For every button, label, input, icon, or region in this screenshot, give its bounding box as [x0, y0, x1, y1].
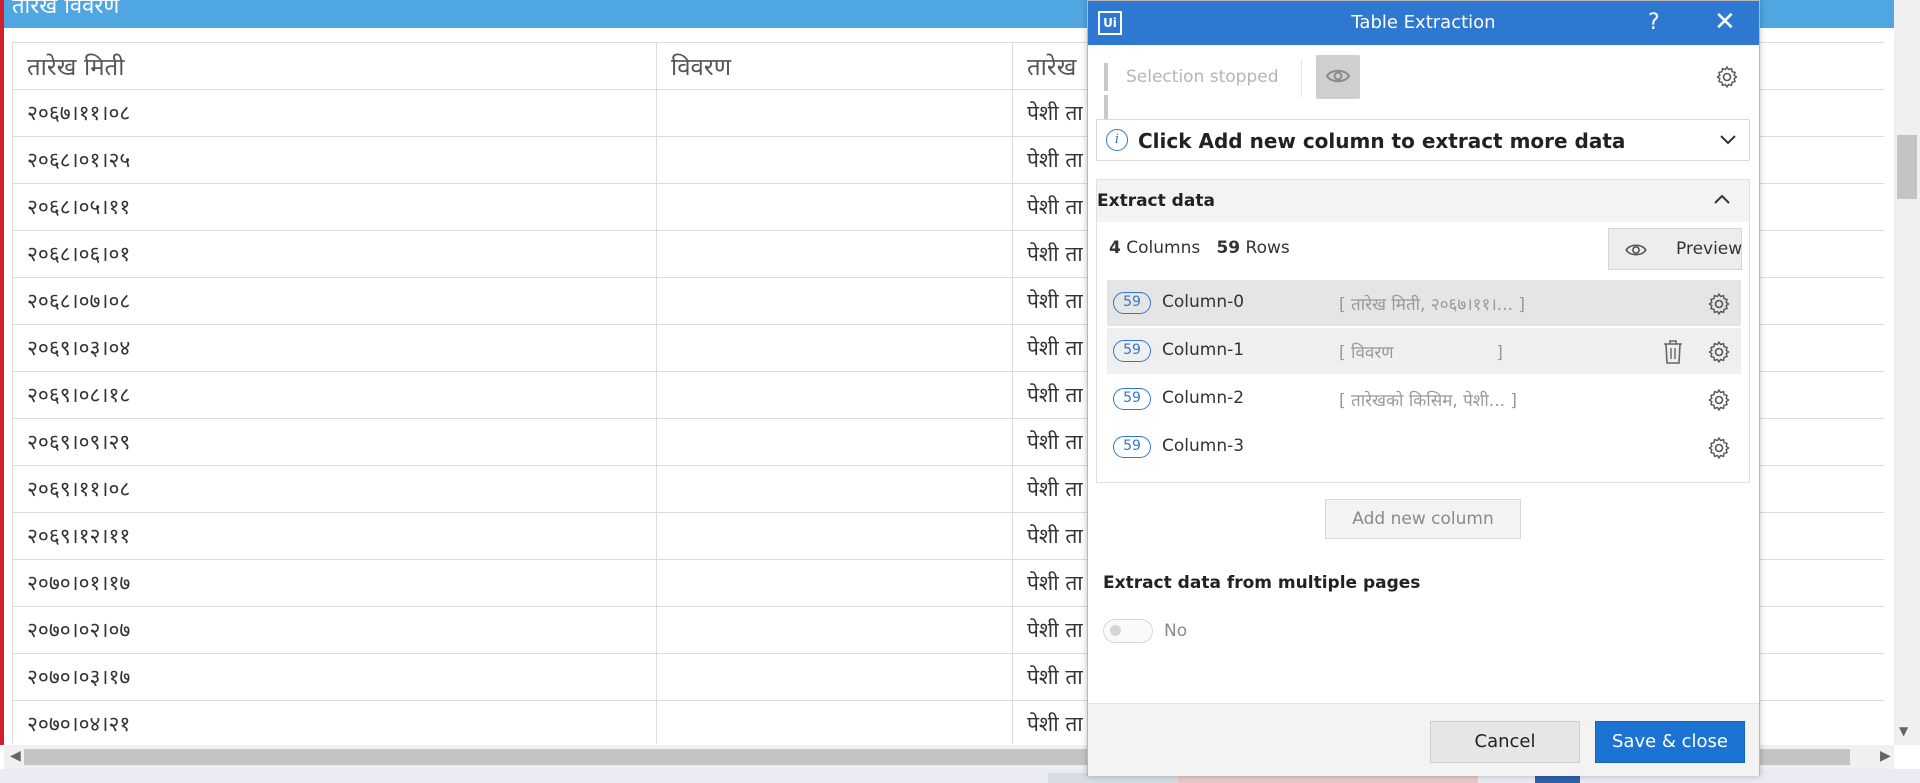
vertical-scrollbar[interactable]: ▼ [1894, 0, 1920, 745]
description-cell [656, 512, 1013, 560]
selection-status: Selection stopped [1126, 67, 1279, 87]
description-cell [656, 183, 1013, 231]
rows-word: Rows [1245, 238, 1290, 258]
column-count-badge: 59 [1113, 340, 1151, 362]
column-name: Column-1 [1162, 340, 1245, 360]
pause-icon[interactable] [1104, 63, 1118, 123]
settings-gear-icon[interactable] [1715, 65, 1739, 89]
multiple-pages-label: Extract data from multiple pages [1103, 573, 1421, 593]
table-extraction-dialog: Ui Table Extraction ? ✕ Selection stoppe… [1087, 0, 1760, 776]
preview-button[interactable]: Preview [1608, 228, 1742, 270]
column-count-badge: 59 [1113, 388, 1151, 410]
date-cell: २०६८।०१।२५ [12, 136, 657, 184]
description-cell [656, 700, 1013, 744]
column-name: Column-0 [1162, 292, 1245, 312]
column-row[interactable]: 59 Column-2 [ तारेखको किसिम, पेशी... ] [1107, 376, 1741, 422]
chevron-up-icon[interactable] [1713, 192, 1731, 206]
column-settings-gear-icon[interactable] [1707, 340, 1731, 368]
description-cell [656, 324, 1013, 372]
delete-column-icon[interactable] [1662, 339, 1684, 369]
column-row[interactable]: 59 Column-1 [ विवरण ] [1107, 328, 1741, 374]
date-cell: २०६९।११।०८ [12, 465, 657, 513]
date-cell: २०७०।०३।१७ [12, 653, 657, 701]
description-cell [656, 371, 1013, 419]
date-cell: २०७०।०२।०७ [12, 606, 657, 654]
dialog-titlebar[interactable]: Ui Table Extraction ? ✕ [1088, 1, 1759, 45]
toolbar-divider [1301, 59, 1302, 97]
eye-icon [1326, 69, 1350, 83]
date-cell: २०७०।०१।१७ [12, 559, 657, 607]
multiple-pages-toggle[interactable] [1103, 619, 1153, 643]
column-count-badge: 59 [1113, 292, 1151, 314]
scroll-down-arrow-icon[interactable]: ▼ [1899, 724, 1908, 738]
extraction-counts: 4 Columns 59 Rows [1109, 238, 1290, 258]
description-cell [656, 653, 1013, 701]
scroll-right-arrow-icon[interactable]: ▶ [1880, 748, 1891, 764]
save-and-close-button[interactable]: Save & close [1595, 721, 1745, 763]
extract-data-section: Extract data 4 Columns 59 Rows Preview 5… [1096, 179, 1750, 483]
description-cell [656, 418, 1013, 466]
description-cell [656, 465, 1013, 513]
column-header-description[interactable]: विवरण [656, 42, 1013, 90]
date-cell: २०६७।११।०८ [12, 89, 657, 137]
multiple-pages-value: No [1164, 621, 1188, 641]
extract-data-header[interactable]: Extract data [1097, 180, 1749, 222]
description-cell [656, 89, 1013, 137]
column-preview: [ तारेखको किसिम, पेशी... ] [1339, 391, 1518, 411]
columns-count: 4 [1109, 238, 1121, 258]
column-name: Column-3 [1162, 436, 1245, 456]
window-left-edge [0, 0, 4, 745]
cancel-button[interactable]: Cancel [1430, 721, 1580, 763]
column-settings-gear-icon[interactable] [1707, 388, 1731, 416]
column-preview: [ तारेख मिती, २०६७।११।... ] [1339, 295, 1526, 315]
column-header-date[interactable]: तारेख मिती [12, 42, 657, 90]
eye-icon [1625, 244, 1647, 256]
column-preview: [ विवरण ] [1339, 343, 1503, 363]
date-cell: २०६९।०८।१८ [12, 371, 657, 419]
date-cell: २०७०।०४।२१ [12, 700, 657, 744]
rows-count: 59 [1216, 238, 1241, 258]
date-cell: २०६८।०५।११ [12, 183, 657, 231]
column-settings-gear-icon[interactable] [1707, 292, 1731, 320]
date-cell: २०६९।०९।२९ [12, 418, 657, 466]
close-button[interactable]: ✕ [1714, 9, 1736, 35]
date-cell: २०६८।०७।०८ [12, 277, 657, 325]
info-banner[interactable]: i Click Add new column to extract more d… [1096, 119, 1750, 161]
info-icon: i [1106, 129, 1128, 151]
column-name: Column-2 [1162, 388, 1245, 408]
preview-label: Preview [1676, 239, 1743, 259]
help-button[interactable]: ? [1648, 10, 1660, 35]
description-cell [656, 277, 1013, 325]
column-count-badge: 59 [1113, 436, 1151, 458]
column-row[interactable]: 59 Column-3 [1107, 424, 1741, 470]
dialog-footer: Cancel Save & close [1088, 703, 1759, 776]
description-cell [656, 136, 1013, 184]
description-cell [656, 559, 1013, 607]
info-banner-text: Click Add new column to extract more dat… [1138, 129, 1626, 153]
highlight-toggle-button[interactable] [1316, 55, 1360, 99]
columns-word: Columns [1126, 238, 1201, 258]
description-cell [656, 230, 1013, 278]
description-cell [656, 606, 1013, 654]
scroll-left-arrow-icon[interactable]: ◀ [10, 748, 21, 764]
date-cell: २०६९।१२।११ [12, 512, 657, 560]
chevron-down-icon[interactable] [1719, 132, 1737, 146]
dialog-toolbar: Selection stopped [1088, 45, 1759, 123]
date-cell: २०६८।०६।०१ [12, 230, 657, 278]
date-cell: २०६९।०३।०४ [12, 324, 657, 372]
add-new-column-button[interactable]: Add new column [1325, 499, 1521, 539]
vertical-scroll-thumb[interactable] [1897, 135, 1917, 199]
extract-data-heading: Extract data [1097, 191, 1215, 211]
column-row[interactable]: 59 Column-0 [ तारेख मिती, २०६७।११।... ] [1107, 280, 1741, 326]
column-settings-gear-icon[interactable] [1707, 436, 1731, 464]
